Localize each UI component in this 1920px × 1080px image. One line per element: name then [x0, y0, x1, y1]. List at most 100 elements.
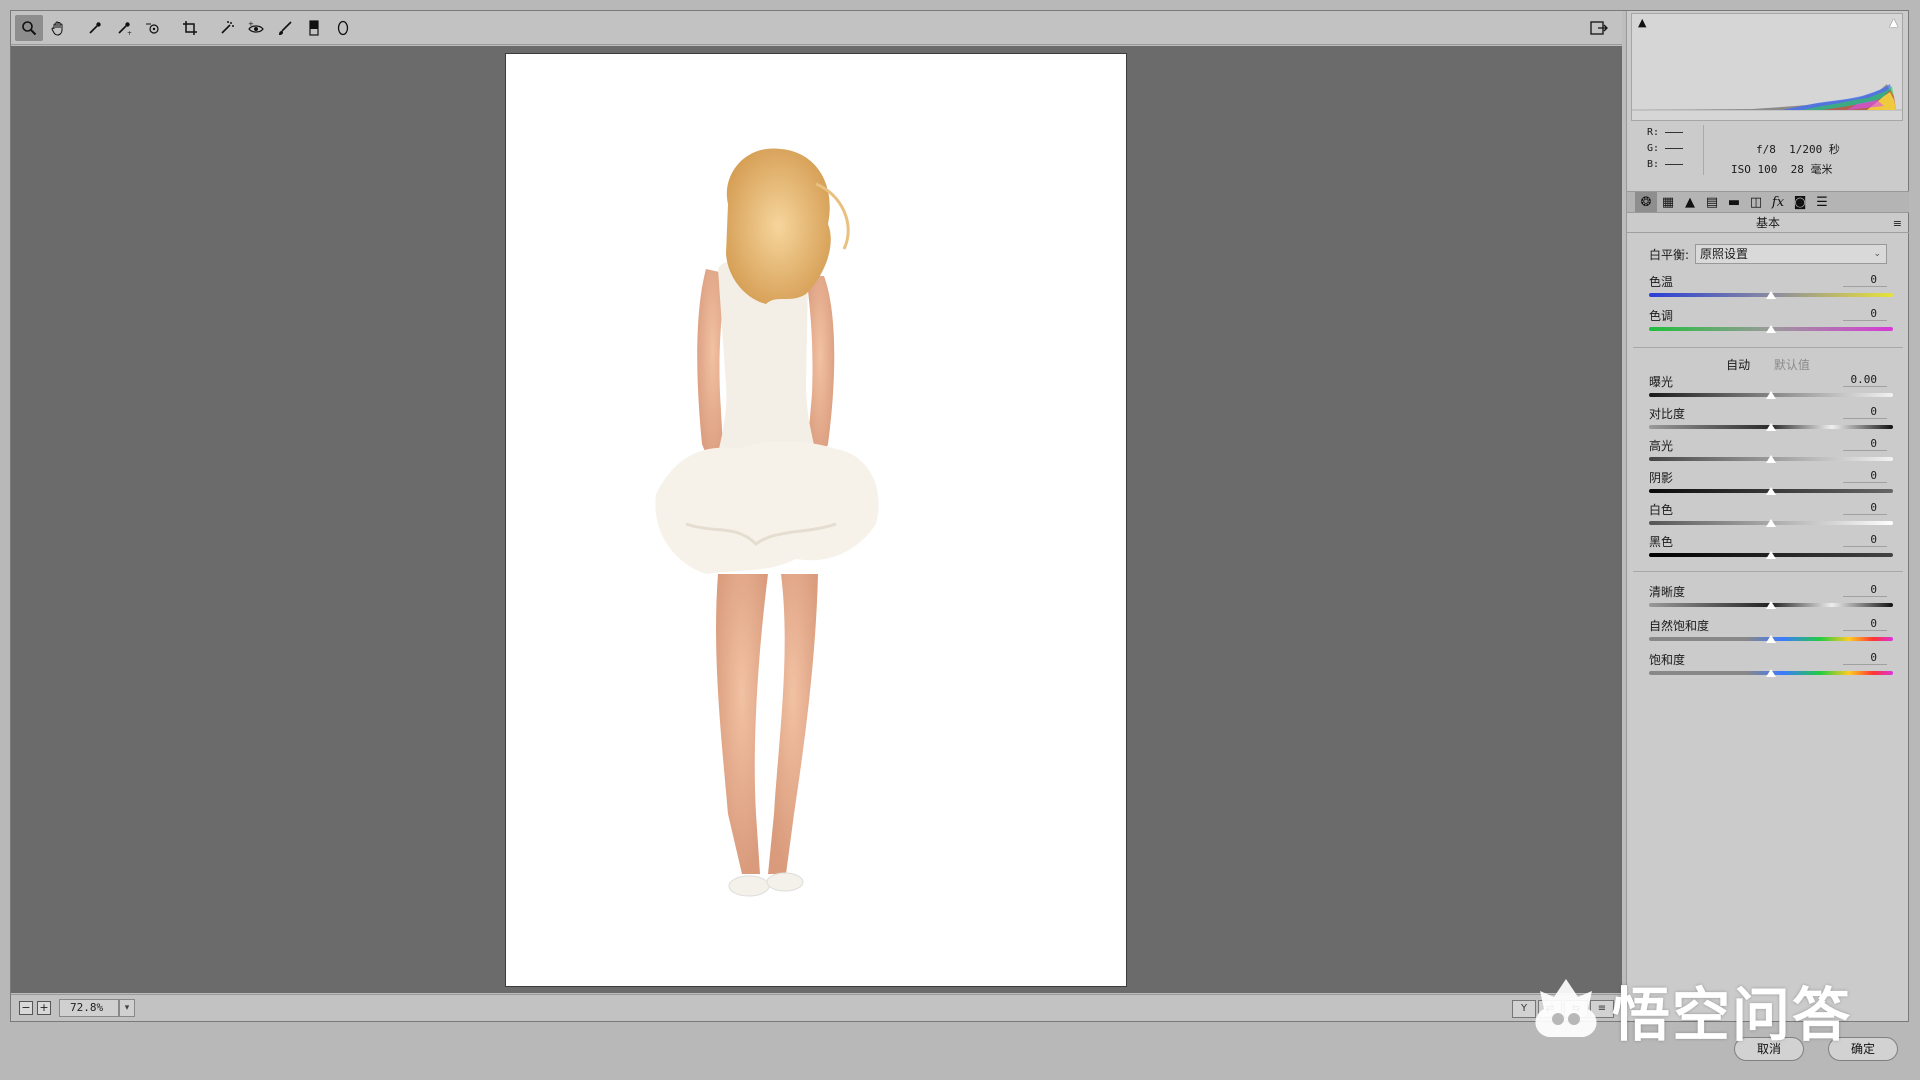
slider-thumb[interactable] — [1766, 551, 1776, 559]
section-title: 基本 — [1627, 213, 1909, 233]
tab-detail[interactable]: ▲ — [1679, 192, 1701, 212]
slider-thumb[interactable] — [1766, 423, 1776, 431]
slider-value[interactable]: 0.00 — [1843, 373, 1887, 387]
slider-thumb[interactable] — [1766, 635, 1776, 643]
slider-value[interactable]: 0 — [1843, 651, 1887, 665]
tab-basic[interactable]: ❂ — [1635, 192, 1657, 212]
white-balance-tool-button[interactable] — [81, 15, 109, 41]
focal-length-value: 28 毫米 — [1790, 163, 1833, 176]
svg-text:+: + — [248, 20, 254, 28]
slider-thumb[interactable] — [1766, 519, 1776, 527]
chevron-down-icon: ▾ — [124, 1003, 130, 1013]
red-eye-tool-button[interactable]: + — [242, 15, 270, 41]
aperture-icon: ❂ — [1640, 194, 1652, 210]
contrast-slider[interactable]: 对比度 0 — [1649, 405, 1895, 435]
exposure-slider[interactable]: 曝光 0.00 — [1649, 373, 1895, 403]
white-balance-select[interactable]: 原照设置 ⌄ — [1695, 244, 1888, 264]
vibrance-slider[interactable]: 自然饱和度 0 — [1649, 617, 1895, 647]
slider-thumb[interactable] — [1766, 455, 1776, 463]
highlights-slider[interactable]: 高光 0 — [1649, 437, 1895, 467]
eyedropper-icon — [89, 21, 101, 34]
slider-value[interactable]: 0 — [1843, 307, 1887, 321]
panel-tabs: ❂ ▦ ▲ ▤ ▬ ◫ fx ◙ ☰ — [1627, 191, 1909, 213]
slider-label: 曝光 — [1649, 375, 1674, 389]
default-button[interactable]: 默认值 — [1774, 358, 1810, 372]
watermark-text: 悟空问答 — [1612, 981, 1853, 1049]
radial-filter-tool-button[interactable] — [329, 15, 357, 41]
slider-label: 清晰度 — [1649, 585, 1686, 599]
toolbar: + + — [11, 11, 1622, 45]
temperature-slider[interactable]: 色温 0 — [1649, 273, 1895, 303]
graduated-filter-tool-button[interactable] — [300, 15, 328, 41]
mountain-icon: ▲ — [1685, 194, 1695, 210]
brush-icon — [279, 20, 292, 35]
tab-lens[interactable]: ◫ — [1745, 192, 1767, 212]
zoom-out-button[interactable]: − — [19, 1001, 33, 1015]
slider-thumb[interactable] — [1766, 669, 1776, 677]
slider-label: 黑色 — [1649, 535, 1674, 549]
tab-hsl[interactable]: ▤ — [1701, 192, 1723, 212]
panel-menu-button[interactable]: ≡ — [1893, 217, 1902, 230]
slider-value[interactable]: 0 — [1843, 501, 1887, 515]
grid-icon: ▦ — [1661, 194, 1675, 210]
slider-value[interactable]: 0 — [1843, 273, 1887, 287]
tab-split-toning[interactable]: ▬ — [1723, 192, 1745, 212]
blacks-slider[interactable]: 黑色 0 — [1649, 533, 1895, 563]
color-sampler-tool-button[interactable]: + — [110, 15, 138, 41]
fullscreen-toggle-icon — [1590, 21, 1608, 35]
photo-preview[interactable] — [505, 53, 1127, 987]
slider-label: 色调 — [1649, 309, 1674, 323]
fullscreen-toggle-button[interactable] — [1586, 16, 1612, 40]
shadows-slider[interactable]: 阴影 0 — [1649, 469, 1895, 499]
divider — [1633, 347, 1903, 348]
white-balance-label: 白平衡: — [1649, 247, 1690, 262]
zoom-in-button[interactable]: + — [37, 1001, 51, 1015]
graduated-filter-icon — [309, 19, 319, 36]
spot-removal-tool-button[interactable] — [213, 15, 241, 41]
shutter-value: 1/200 秒 — [1789, 143, 1840, 156]
slider-thumb[interactable] — [1766, 601, 1776, 609]
slider-thumb[interactable] — [1766, 325, 1776, 333]
slider-label: 阴影 — [1649, 471, 1674, 485]
radial-filter-icon — [337, 20, 349, 35]
auto-button[interactable]: 自动 — [1726, 358, 1750, 372]
slider-value[interactable]: 0 — [1843, 437, 1887, 451]
tab-camera-calibration[interactable]: ◙ — [1789, 192, 1811, 212]
slider-value[interactable]: 0 — [1843, 583, 1887, 597]
zoom-level-field[interactable]: 72.8% — [59, 999, 119, 1017]
adjustment-brush-tool-button[interactable] — [271, 15, 299, 41]
slider-thumb[interactable] — [1766, 391, 1776, 399]
targeted-adjustment-tool-button[interactable] — [139, 15, 167, 41]
slider-thumb[interactable] — [1766, 291, 1776, 299]
tab-tone-curve[interactable]: ▦ — [1657, 192, 1679, 212]
highlight-clipping-warning-button[interactable]: ▲ — [1890, 16, 1898, 29]
target-adjust-icon — [146, 23, 159, 34]
triangle-up-icon: ▲ — [1889, 16, 1898, 29]
adjustments-panel: ▲ ▲ R: G: B: f/8 1/200 秒 ISO 100 28 毫米 ❂… — [1626, 11, 1909, 1021]
hand-tool-button[interactable] — [44, 15, 72, 41]
zoom-dropdown-button[interactable]: ▾ — [119, 999, 135, 1017]
tint-slider[interactable]: 色调 0 — [1649, 307, 1895, 337]
slider-value[interactable]: 0 — [1843, 533, 1887, 547]
slider-thumb[interactable] — [1766, 487, 1776, 495]
whites-slider[interactable]: 白色 0 — [1649, 501, 1895, 531]
clarity-slider[interactable]: 清晰度 0 — [1649, 583, 1895, 613]
presets-icon: ☰ — [1816, 194, 1828, 210]
histogram: ▲ ▲ — [1631, 13, 1903, 121]
status-bar: − + 72.8% ▾ Y ⇄ ⇆ ≡ — [11, 994, 1622, 1021]
zoom-tool-button[interactable] — [15, 14, 43, 41]
slider-value[interactable]: 0 — [1843, 469, 1887, 483]
saturation-slider[interactable]: 饱和度 0 — [1649, 651, 1895, 681]
watermark: 悟空问答 — [1528, 968, 1852, 1052]
blue-readout: B: — [1647, 159, 1684, 170]
slider-value[interactable]: 0 — [1843, 617, 1887, 631]
hsl-icon: ▤ — [1705, 194, 1719, 210]
shadow-clipping-warning-button[interactable]: ▲ — [1638, 16, 1646, 29]
crop-tool-button[interactable] — [176, 15, 204, 41]
spot-removal-icon — [221, 20, 234, 34]
tab-presets[interactable]: ☰ — [1811, 192, 1833, 212]
tab-effects[interactable]: fx — [1767, 192, 1789, 212]
slider-value[interactable]: 0 — [1843, 405, 1887, 419]
wukong-logo-icon — [1535, 979, 1597, 1037]
image-canvas[interactable] — [11, 46, 1622, 993]
